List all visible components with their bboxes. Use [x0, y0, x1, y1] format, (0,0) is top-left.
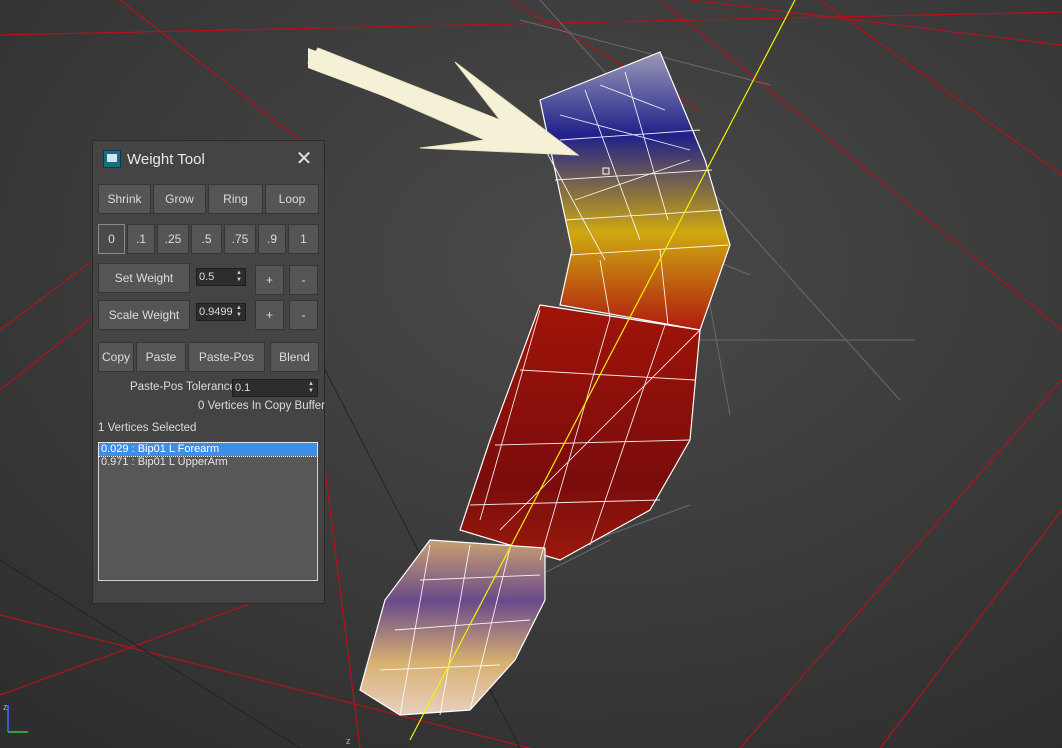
paste-pos-tolerance-input[interactable] — [235, 380, 305, 396]
set-weight-button[interactable]: Set Weight — [98, 263, 190, 293]
3ds-max-icon — [103, 150, 121, 168]
set-weight-minus-button[interactable]: - — [289, 265, 318, 295]
weight-tool-panel: Weight Tool ✕ Shrink Grow Ring Loop 0 .1… — [92, 140, 325, 604]
grow-button[interactable]: Grow — [153, 184, 206, 214]
set-weight-plus-button[interactable]: + — [255, 265, 284, 295]
preset-0-button[interactable]: 0 — [98, 224, 125, 254]
scale-weight-button[interactable]: Scale Weight — [98, 300, 190, 330]
preset-1-button[interactable]: 1 — [288, 224, 319, 254]
blend-button[interactable]: Blend — [270, 342, 319, 372]
bone-weight-list[interactable]: 0.029 : Bip01 L Forearm 0.971 : Bip01 L U… — [98, 442, 318, 581]
preset-075-button[interactable]: .75 — [224, 224, 256, 254]
preset-01-button[interactable]: .1 — [127, 224, 155, 254]
spinner-arrows-icon[interactable]: ▲ ▼ — [234, 305, 244, 319]
scale-weight-spinner[interactable]: ▲▼ — [196, 303, 246, 321]
paste-pos-tolerance-spinner[interactable]: ▲▼ — [232, 379, 318, 397]
close-icon[interactable]: ✕ — [291, 147, 317, 171]
loop-button[interactable]: Loop — [265, 184, 319, 214]
paste-button[interactable]: Paste — [136, 342, 186, 372]
axis-z-label: z — [3, 702, 8, 712]
spinner-arrows-icon[interactable]: ▲ ▼ — [234, 270, 244, 284]
list-item[interactable]: 0.971 : Bip01 L UpperArm — [99, 456, 317, 469]
panel-titlebar[interactable]: Weight Tool ✕ — [93, 141, 324, 177]
axis-z-label-2: z — [346, 736, 351, 746]
paste-pos-button[interactable]: Paste-Pos — [188, 342, 265, 372]
scale-weight-input[interactable] — [199, 304, 233, 320]
paste-pos-tolerance-label: Paste-Pos Tolerance — [130, 381, 236, 393]
spinner-arrows-icon[interactable]: ▲ ▼ — [306, 381, 316, 395]
set-weight-spinner[interactable]: ▲▼ — [196, 268, 246, 286]
copy-buffer-status: 0 Vertices In Copy Buffer — [198, 400, 325, 412]
preset-09-button[interactable]: .9 — [258, 224, 286, 254]
preset-025-button[interactable]: .25 — [157, 224, 189, 254]
copy-button[interactable]: Copy — [98, 342, 134, 372]
set-weight-input[interactable] — [199, 269, 233, 285]
panel-title: Weight Tool — [127, 151, 205, 168]
list-item[interactable]: 0.029 : Bip01 L Forearm — [98, 442, 318, 457]
preset-05-button[interactable]: .5 — [191, 224, 222, 254]
ring-button[interactable]: Ring — [208, 184, 263, 214]
shrink-button[interactable]: Shrink — [98, 184, 151, 214]
scale-weight-plus-button[interactable]: + — [255, 300, 284, 330]
selection-status: 1 Vertices Selected — [98, 422, 197, 434]
scale-weight-minus-button[interactable]: - — [289, 300, 318, 330]
